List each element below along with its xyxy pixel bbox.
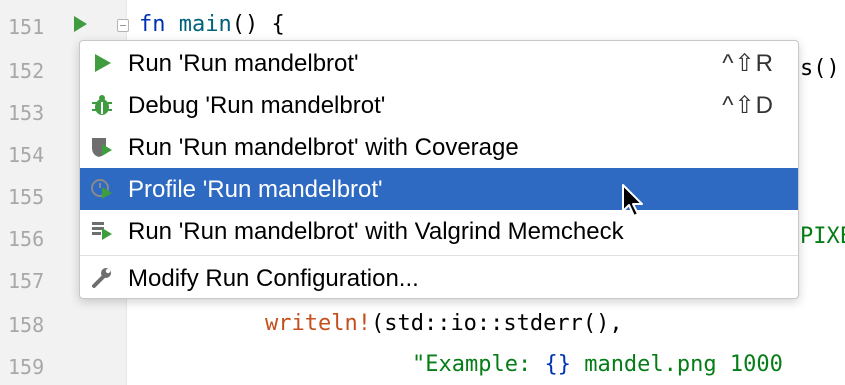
code-line-159: "Example: {} mandel.png 1000 <box>412 352 783 378</box>
menu-item-profile[interactable]: Profile 'Run mandelbrot' <box>80 168 798 210</box>
line-number: 158 <box>8 313 45 337</box>
shortcut-label: ^⇧D <box>722 92 774 119</box>
line-number: 154 <box>8 143 45 167</box>
line-number: 153 <box>8 101 45 125</box>
function-name: main <box>178 12 232 37</box>
line-number: 156 <box>8 227 45 251</box>
line-number: 159 <box>8 355 45 379</box>
run-context-menu: Run 'Run mandelbrot' ^⇧R Debug 'Run mand… <box>79 40 799 299</box>
menu-item-run-valgrind[interactable]: Run 'Run mandelbrot' with Valgrind Memch… <box>80 210 798 252</box>
fold-marker-icon[interactable] <box>117 19 129 32</box>
menu-item-label: Profile 'Run mandelbrot' <box>128 176 383 203</box>
code-text: () { <box>231 12 285 37</box>
macro-name: writeln! <box>265 311 371 336</box>
menu-item-label: Run 'Run mandelbrot' with Valgrind Memch… <box>128 218 624 245</box>
string-literal: mandel.png 1000 <box>570 352 783 377</box>
menu-item-modify-run-configuration[interactable]: Modify Run Configuration... <box>80 257 798 299</box>
line-number: 151 <box>8 15 45 39</box>
run-icon <box>95 54 111 72</box>
keyword: fn <box>139 12 166 37</box>
valgrind-icon <box>92 222 112 240</box>
shortcut-label: ^⇧R <box>722 50 774 77</box>
string-literal: "Example: <box>412 352 545 377</box>
code-line-151: fn main() { <box>139 12 285 38</box>
menu-item-run[interactable]: Run 'Run mandelbrot' ^⇧R <box>80 42 798 84</box>
debug-icon <box>92 95 112 115</box>
line-number: 155 <box>8 185 45 209</box>
format-placeholder: {} <box>544 352 571 377</box>
gutter-run-icon[interactable] <box>71 14 89 34</box>
coverage-icon <box>92 138 112 157</box>
wrench-icon <box>92 268 111 288</box>
code-text: (std::io::stderr(), <box>370 311 623 336</box>
menu-item-label: Run 'Run mandelbrot' <box>128 50 359 77</box>
code-line-152-tail: s() <box>800 56 840 81</box>
menu-item-label: Debug 'Run mandelbrot' <box>128 92 386 119</box>
menu-item-label: Run 'Run mandelbrot' with Coverage <box>128 134 519 161</box>
line-number: 152 <box>8 59 45 83</box>
profile-icon <box>91 179 112 199</box>
line-number: 157 <box>8 269 45 293</box>
mouse-cursor-icon <box>622 184 643 217</box>
code-line-156-tail: PIXE <box>800 224 845 249</box>
menu-divider <box>80 255 798 256</box>
menu-item-label: Modify Run Configuration... <box>128 265 419 292</box>
menu-item-run-coverage[interactable]: Run 'Run mandelbrot' with Coverage <box>80 126 798 168</box>
code-line-158: writeln!(std::io::stderr(), <box>265 311 623 337</box>
menu-item-debug[interactable]: Debug 'Run mandelbrot' ^⇧D <box>80 84 798 126</box>
